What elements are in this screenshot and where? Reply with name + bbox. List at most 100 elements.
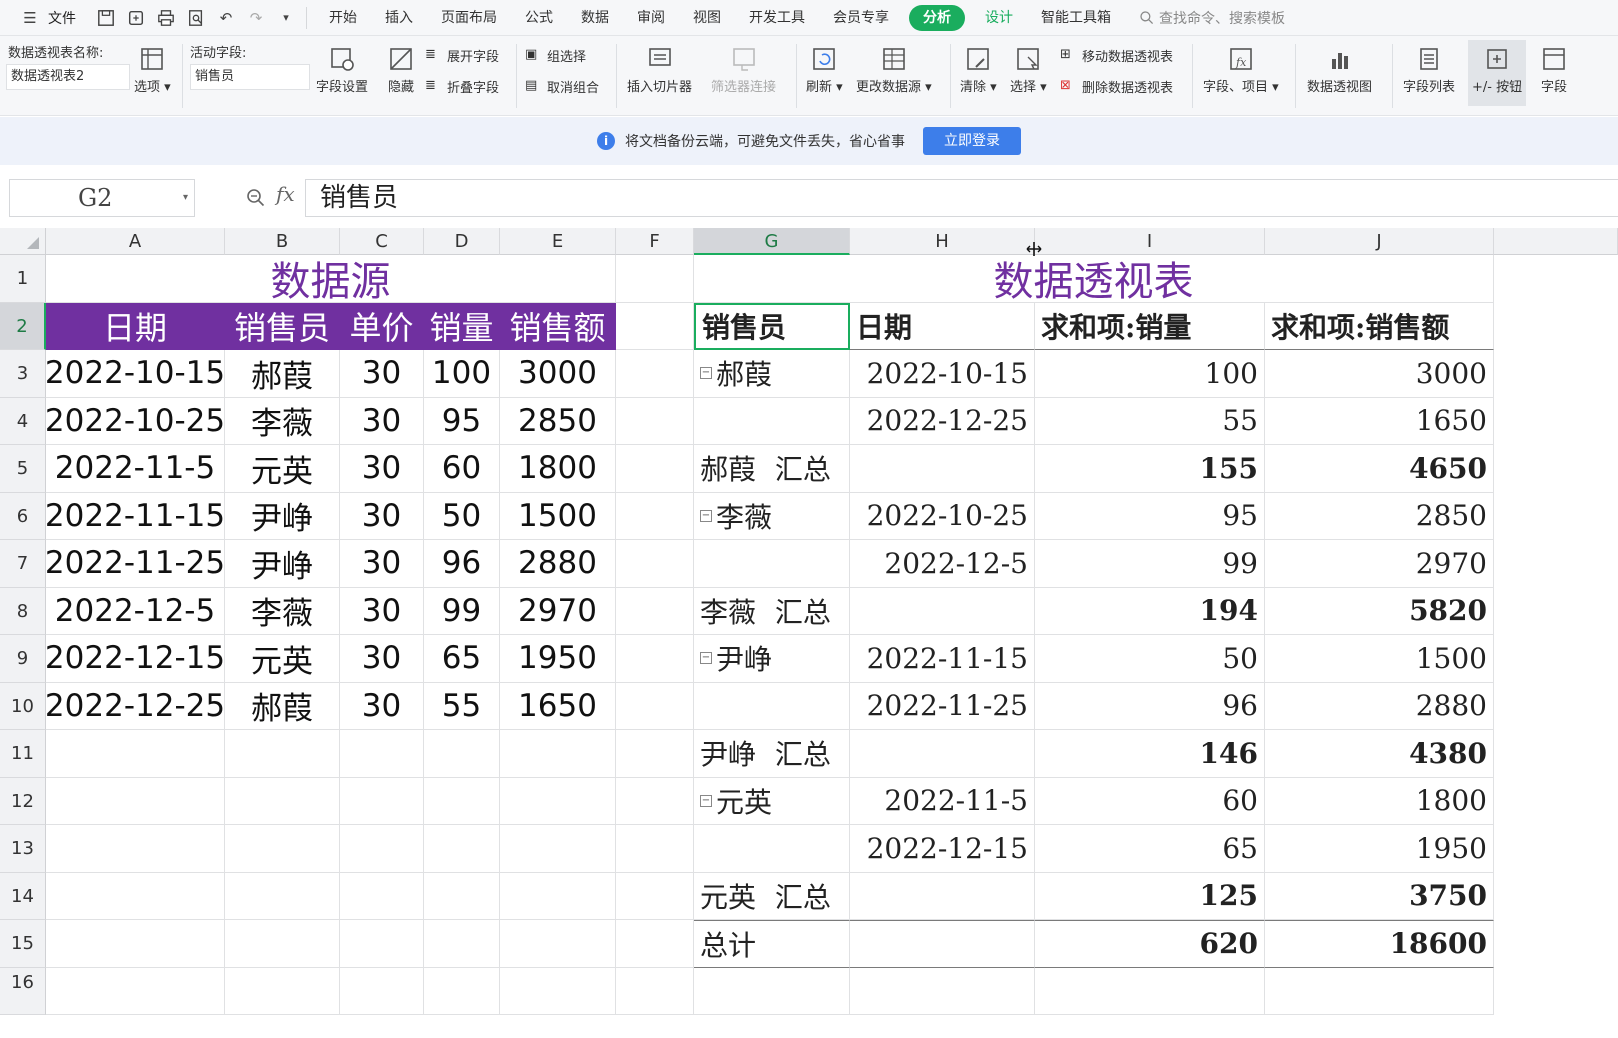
collapse-toggle-icon[interactable]: − <box>700 794 712 807</box>
grid-cell[interactable] <box>46 920 225 968</box>
source-data-cell[interactable]: 2022-10-25 <box>46 397 225 445</box>
pivot-date-cell[interactable] <box>850 872 1035 920</box>
grid-cell[interactable] <box>694 967 850 1015</box>
grid-cell[interactable] <box>616 492 694 540</box>
grid-cell[interactable] <box>424 920 500 968</box>
plus-minus-button[interactable]: +/- 按钮 <box>1468 40 1527 106</box>
pivot-amount-cell[interactable]: 2850 <box>1265 492 1494 540</box>
grid-cell[interactable] <box>616 825 694 873</box>
source-data-cell[interactable]: 30 <box>340 350 424 398</box>
pivot-amount-cell[interactable]: 2970 <box>1265 540 1494 588</box>
pivot-date-cell[interactable]: 2022-11-5 <box>850 777 1035 825</box>
source-data-cell[interactable]: 2022-12-5 <box>46 587 225 635</box>
column-header-g[interactable]: G <box>694 228 850 255</box>
clear-button[interactable]: 清除 ▾ <box>960 42 997 95</box>
pivot-row-label[interactable]: − 李薇 <box>694 492 850 540</box>
fx-icon[interactable]: fx <box>276 182 295 206</box>
source-data-cell[interactable]: 2022-12-15 <box>46 635 225 683</box>
source-data-cell[interactable]: 30 <box>340 587 424 635</box>
pivot-date-cell[interactable]: 2022-11-15 <box>850 635 1035 683</box>
source-data-cell[interactable]: 1650 <box>500 682 616 730</box>
pivot-date-cell[interactable] <box>850 730 1035 778</box>
grid-cell[interactable] <box>500 825 616 873</box>
pivot-qty-cell[interactable]: 99 <box>1035 540 1265 588</box>
row-header-3[interactable]: 3 <box>0 350 46 398</box>
collapse-field-button[interactable]: ≣ 折叠字段 <box>425 77 499 97</box>
pivot-subtotal-label[interactable]: 尹峥 汇总 <box>694 730 850 778</box>
grid-cell[interactable] <box>616 255 694 303</box>
grid-cell[interactable] <box>500 872 616 920</box>
grid-cell[interactable] <box>616 920 694 968</box>
grid-cell[interactable] <box>46 872 225 920</box>
chevron-down-icon[interactable]: ▾ <box>183 180 188 216</box>
column-header-f[interactable]: F <box>616 228 694 255</box>
source-data-cell[interactable]: 2022-11-15 <box>46 492 225 540</box>
command-search[interactable]: 查找命令、搜索模板 <box>1125 8 1285 28</box>
delete-pivot-button[interactable]: ⊠ 删除数据透视表 <box>1060 77 1173 97</box>
tab-smart-tools[interactable]: 智能工具箱 <box>1027 0 1125 36</box>
source-data-cell[interactable]: 1500 <box>500 492 616 540</box>
column-header-e[interactable]: E <box>500 228 616 255</box>
pivot-date-cell[interactable]: 2022-11-25 <box>850 682 1035 730</box>
tab-page-layout[interactable]: 页面布局 <box>427 0 511 36</box>
row-header-1[interactable]: 1 <box>0 255 46 303</box>
source-header-cell[interactable]: 单价 <box>340 302 424 350</box>
grid-cell[interactable] <box>340 825 424 873</box>
grid-cell[interactable] <box>616 302 694 350</box>
pivot-amount-cell[interactable]: 3750 <box>1265 872 1494 920</box>
active-field-input[interactable]: 销售员 <box>190 64 310 90</box>
save-icon[interactable] <box>94 6 118 30</box>
column-header-d[interactable]: D <box>424 228 500 255</box>
source-data-cell[interactable]: 30 <box>340 492 424 540</box>
pivot-qty-cell[interactable]: 50 <box>1035 635 1265 683</box>
tab-home[interactable]: 开始 <box>315 0 371 36</box>
source-data-cell[interactable]: 50 <box>424 492 500 540</box>
tab-formulas[interactable]: 公式 <box>511 0 567 36</box>
row-header-16[interactable]: 16 <box>0 967 46 1015</box>
pivot-date-cell[interactable]: 2022-10-25 <box>850 492 1035 540</box>
source-header-cell[interactable]: 销售额 <box>500 302 616 350</box>
grid-cell[interactable] <box>225 967 340 1015</box>
pivot-chart-button[interactable]: 数据透视图 <box>1307 42 1372 95</box>
undo-icon[interactable]: ↶ <box>214 6 238 30</box>
grid-cell[interactable] <box>616 635 694 683</box>
grid-cell[interactable] <box>340 730 424 778</box>
pivot-row-label[interactable]: − 郝葭 <box>694 350 850 398</box>
column-header-j[interactable]: J <box>1265 228 1494 255</box>
source-data-cell[interactable]: 郝葭 <box>225 682 340 730</box>
tab-member[interactable]: 会员专享 <box>819 0 903 36</box>
source-data-cell[interactable]: 元英 <box>225 635 340 683</box>
pivot-date-cell[interactable]: 2022-12-15 <box>850 825 1035 873</box>
pivot-qty-cell[interactable]: 60 <box>1035 777 1265 825</box>
source-data-cell[interactable]: 30 <box>340 682 424 730</box>
source-data-cell[interactable]: 2970 <box>500 587 616 635</box>
pivot-date-cell[interactable] <box>850 445 1035 493</box>
grid-cell[interactable] <box>340 920 424 968</box>
options-button[interactable]: 选项 ▾ <box>134 42 171 95</box>
grid-cell[interactable] <box>46 967 225 1015</box>
source-data-cell[interactable]: 30 <box>340 445 424 493</box>
row-header-14[interactable]: 14 <box>0 872 46 920</box>
pivot-row-label[interactable] <box>694 540 850 588</box>
grid-cell[interactable] <box>424 967 500 1015</box>
ungroup-button[interactable]: ▤ 取消组合 <box>525 77 599 97</box>
source-header-cell[interactable]: 销量 <box>424 302 500 350</box>
grid-cell[interactable] <box>340 777 424 825</box>
field-header-button[interactable]: 字段 <box>1538 42 1570 95</box>
pivot-qty-cell[interactable]: 125 <box>1035 872 1265 920</box>
pivot-qty-cell[interactable]: 155 <box>1035 445 1265 493</box>
row-header-9[interactable]: 9 <box>0 635 46 683</box>
grid-cell[interactable] <box>850 967 1035 1015</box>
formula-input[interactable]: 销售员 <box>305 179 1618 217</box>
pivot-date-cell[interactable]: 2022-12-5 <box>850 540 1035 588</box>
pivot-row-label[interactable] <box>694 825 850 873</box>
pivot-amount-cell[interactable]: 1650 <box>1265 397 1494 445</box>
grid-cell[interactable] <box>500 730 616 778</box>
grid-cell[interactable] <box>616 967 694 1015</box>
pivot-subtotal-label[interactable]: 元英 汇总 <box>694 872 850 920</box>
pivot-date-cell[interactable]: 2022-12-25 <box>850 397 1035 445</box>
pivot-row-label[interactable] <box>694 682 850 730</box>
file-menu[interactable]: 文件 <box>48 8 76 28</box>
redo-icon[interactable]: ↷ <box>244 6 268 30</box>
tab-design[interactable]: 设计 <box>971 0 1027 36</box>
